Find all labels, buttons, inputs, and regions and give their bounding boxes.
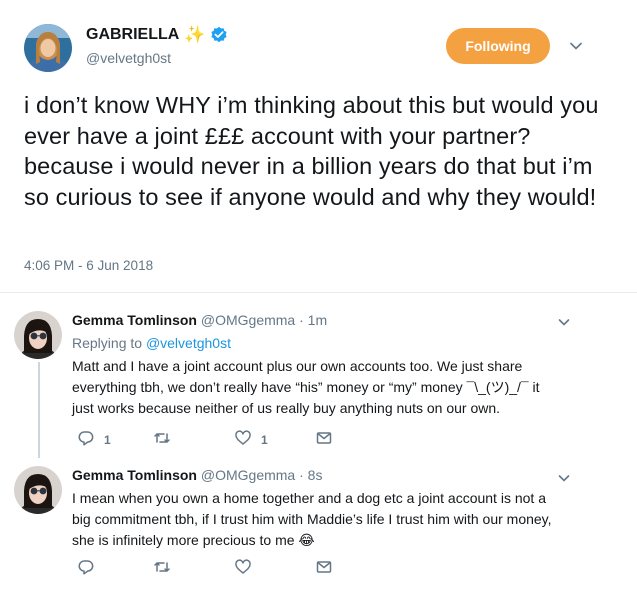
reply-author-handle[interactable]: @OMGgemma xyxy=(201,467,295,483)
chevron-down-icon[interactable] xyxy=(557,315,571,329)
author-name-text[interactable]: GABRIELLA xyxy=(86,26,179,44)
following-button[interactable]: Following xyxy=(446,28,550,64)
like-icon xyxy=(234,558,252,579)
direct-message-button[interactable] xyxy=(315,558,333,579)
retweet-button[interactable] xyxy=(153,558,180,579)
retweet-icon xyxy=(153,429,171,450)
replying-to-prefix: Replying to xyxy=(72,335,143,351)
like-count: 1 xyxy=(261,432,268,447)
replying-to-handle-link[interactable]: @velvetgh0st xyxy=(146,335,231,351)
like-button[interactable] xyxy=(234,558,261,579)
reply-text: I mean when you own a home together and … xyxy=(72,490,552,548)
reply-avatar[interactable] xyxy=(14,466,62,514)
tweet-timestamp[interactable]: 4:06 PM - 6 Jun 2018 xyxy=(24,258,153,273)
tweet-text: i don’t know WHY i’m thinking about this… xyxy=(24,92,599,210)
reply-author-name[interactable]: Gemma Tomlinson xyxy=(72,467,197,483)
thread-line xyxy=(38,362,40,458)
chevron-down-icon[interactable] xyxy=(568,38,584,54)
sparkle-emoji: ✨ xyxy=(184,25,206,44)
main-avatar[interactable] xyxy=(24,24,72,72)
retweet-icon xyxy=(153,558,171,579)
like-button[interactable]: 1 xyxy=(234,429,268,450)
retweet-button[interactable] xyxy=(153,429,180,450)
reply-icon xyxy=(77,558,95,579)
replying-to: Replying to @velvetgh0st xyxy=(72,335,231,351)
divider xyxy=(0,292,637,293)
author-name[interactable]: GABRIELLA ✨ xyxy=(86,25,228,45)
chevron-down-icon[interactable] xyxy=(557,471,571,485)
reply-header: Gemma Tomlinson @OMGgemma · 8s xyxy=(72,467,322,483)
reply-icon xyxy=(77,429,95,450)
direct-message-button[interactable] xyxy=(315,429,333,450)
like-icon xyxy=(234,429,252,450)
reply-button[interactable] xyxy=(77,558,104,579)
reply-count: 1 xyxy=(104,432,111,447)
reply-time[interactable]: · 1m xyxy=(299,312,327,328)
author-handle[interactable]: @velvetgh0st xyxy=(86,50,171,66)
message-icon xyxy=(315,429,333,450)
reply-avatar[interactable] xyxy=(14,311,62,359)
reply-button[interactable]: 1 xyxy=(77,429,111,450)
reply-author-name[interactable]: Gemma Tomlinson xyxy=(72,312,197,328)
reply-author-handle[interactable]: @OMGgemma xyxy=(201,312,295,328)
verified-badge-icon xyxy=(210,26,228,44)
message-icon xyxy=(315,558,333,579)
reply-text: Matt and I have a joint account plus our… xyxy=(72,358,540,416)
reply-header: Gemma Tomlinson @OMGgemma · 1m xyxy=(72,312,327,328)
reply-time[interactable]: · 8s xyxy=(299,467,322,483)
